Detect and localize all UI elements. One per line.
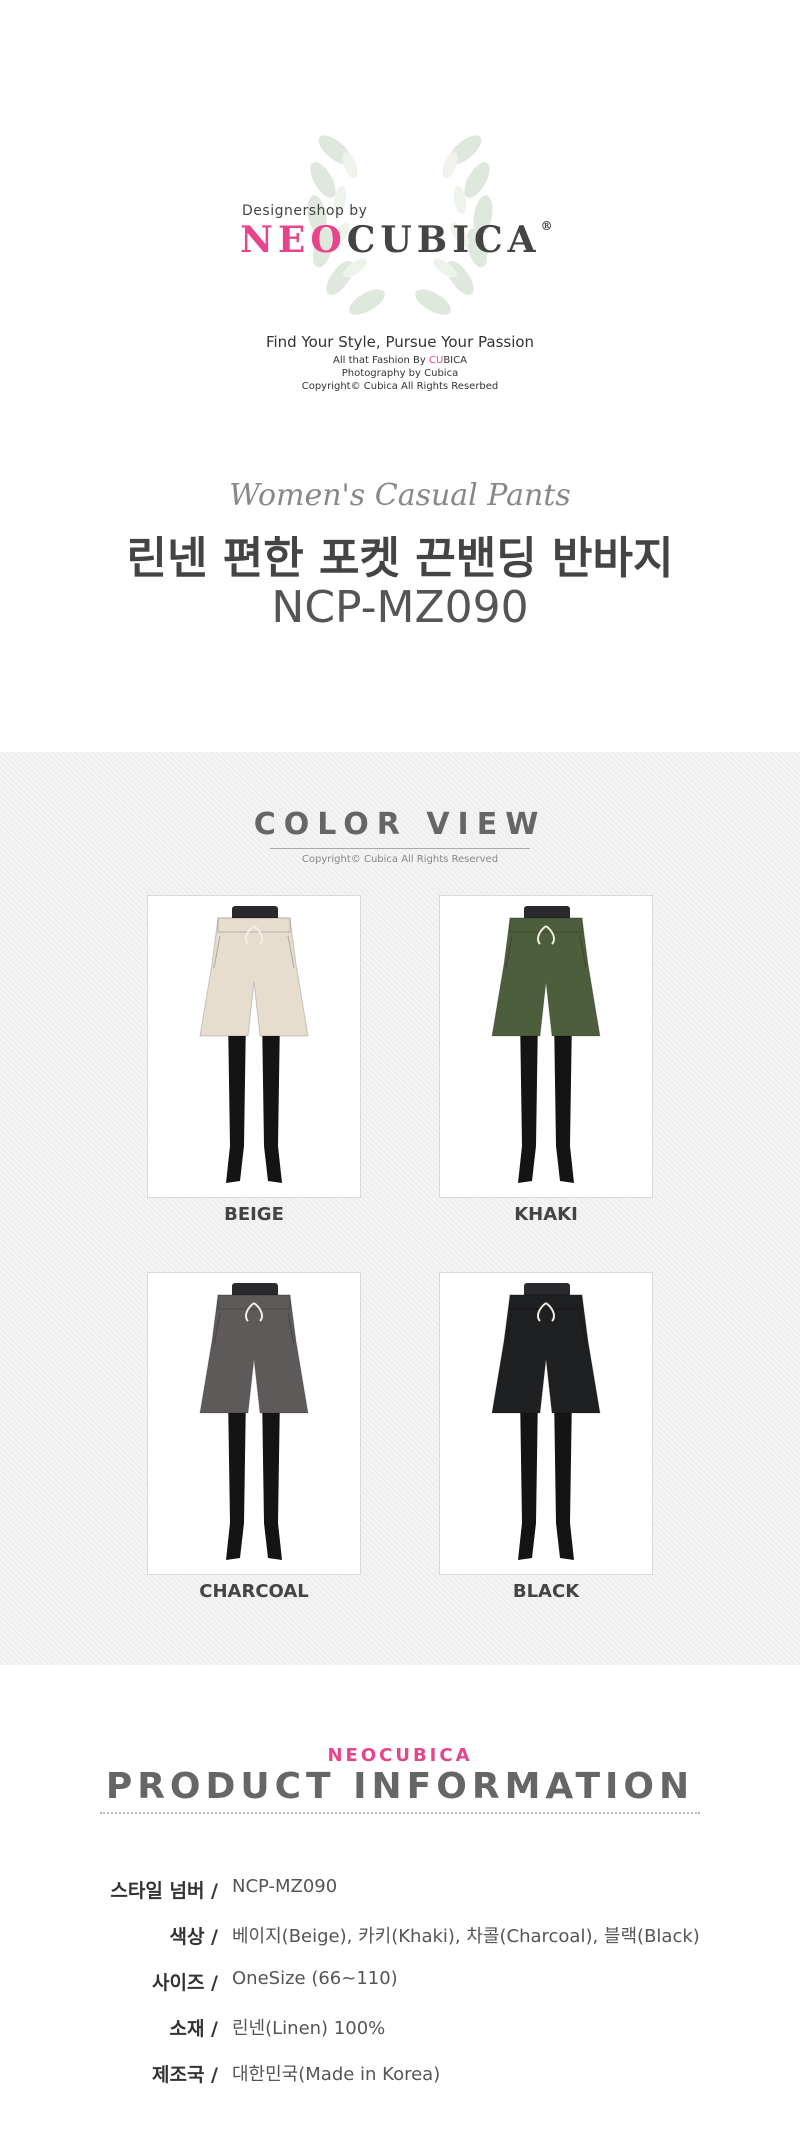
brand-slogan: Find Your Style, Pursue Your Passion [265, 333, 535, 351]
mannequin-shorts-illustration [491, 1283, 601, 1560]
shorts-waistband [509, 1294, 583, 1310]
shorts-waistband [217, 917, 291, 933]
brand-logo-neo: NEO [240, 219, 347, 261]
info-brand: NEOCUBICA [327, 1745, 473, 1766]
color-label-charcoal: CHARCOAL [199, 1581, 309, 1602]
color-label-black: BLACK [512, 1581, 580, 1602]
info-row-size: 사이즈 / OneSize (66~110) [0, 1968, 800, 1998]
info-label: 제조국 / [152, 2064, 218, 2086]
info-label: 소재 / [169, 2018, 218, 2040]
product-photo-beige[interactable] [147, 895, 361, 1198]
color-view-copyright: Copyright© Cubica All Rights Reserved [301, 854, 499, 865]
color-label-khaki: KHAKI [514, 1204, 578, 1225]
mannequin-leg-right [262, 1016, 282, 1183]
mannequin-leg-right [554, 1016, 574, 1183]
info-value: OneSize (66~110) [232, 1968, 398, 1989]
shorts-khaki [491, 917, 601, 1037]
color-view-divider [270, 848, 530, 849]
shorts-charcoal [199, 1294, 309, 1414]
mannequin-leg-left [518, 1016, 538, 1183]
info-value: 린넨(Linen) 100% [232, 2018, 386, 2039]
product-code: NCP-MZ090 [271, 582, 529, 633]
info-row-style: 스타일 넘버 / NCP-MZ090 [0, 1876, 800, 1906]
brand-credit-fashion: All that Fashion By CUBICA [0, 355, 800, 366]
info-value: 대한민국(Made in Korea) [232, 2064, 441, 2085]
brand-logo: NEO CUBICA ® [240, 215, 553, 265]
info-row-origin: 제조국 / 대한민국(Made in Korea) [0, 2060, 800, 2090]
color-view-section: COLOR VIEW Copyright© Cubica All Rights … [0, 752, 800, 1665]
brand-header: Designershop by NEO CUBICA ® Find Your S… [0, 0, 800, 430]
credit-accent: CU [429, 355, 444, 366]
mannequin-leg-left [226, 1016, 246, 1183]
shorts-waistband [509, 917, 583, 933]
info-value: 베이지(Beige), 카키(Khaki), 차콜(Charcoal), 블랙(… [232, 1926, 700, 1947]
credit-suffix: BICA [443, 355, 467, 366]
color-view-title: COLOR VIEW [253, 807, 547, 842]
brand-logo-cubica: CUBICA [346, 219, 541, 261]
mannequin-shorts-illustration [199, 1283, 309, 1560]
info-label: 색상 / [169, 1926, 218, 1948]
info-row-color: 색상 / 베이지(Beige), 카키(Khaki), 차콜(Charcoal)… [0, 1922, 800, 1952]
credit-prefix: All that Fashion By [333, 355, 429, 366]
mannequin-leg-left [518, 1393, 538, 1560]
brand-copyright: Copyright© Cubica All Rights Reserbed [301, 381, 499, 392]
mannequin-shorts-illustration [199, 906, 309, 1183]
info-divider [100, 1812, 700, 1814]
mannequin-leg-left [226, 1393, 246, 1560]
info-label: 사이즈 / [152, 1972, 218, 1994]
info-row-material: 소재 / 린넨(Linen) 100% [0, 2014, 800, 2044]
info-title: PRODUCT INFORMATION [105, 1766, 695, 1807]
product-photo-black[interactable] [439, 1272, 653, 1575]
mannequin-shorts-illustration [491, 906, 601, 1183]
product-photo-charcoal[interactable] [147, 1272, 361, 1575]
registered-mark: ® [540, 219, 553, 233]
product-subtitle: Women's Casual Pants [229, 478, 571, 513]
product-title: 린넨 편한 포켓 끈밴딩 반바지 [126, 533, 674, 584]
color-label-beige: BEIGE [224, 1204, 284, 1225]
product-photo-khaki[interactable] [439, 895, 653, 1198]
info-label: 스타일 넘버 / [110, 1880, 218, 1902]
info-value: NCP-MZ090 [232, 1876, 338, 1897]
mannequin-leg-right [554, 1393, 574, 1560]
shorts-waistband [217, 1294, 291, 1310]
mannequin-leg-right [262, 1393, 282, 1560]
shorts-beige [199, 917, 309, 1037]
shorts-black [491, 1294, 601, 1414]
brand-credit-photo: Photography by Cubica [341, 368, 459, 379]
